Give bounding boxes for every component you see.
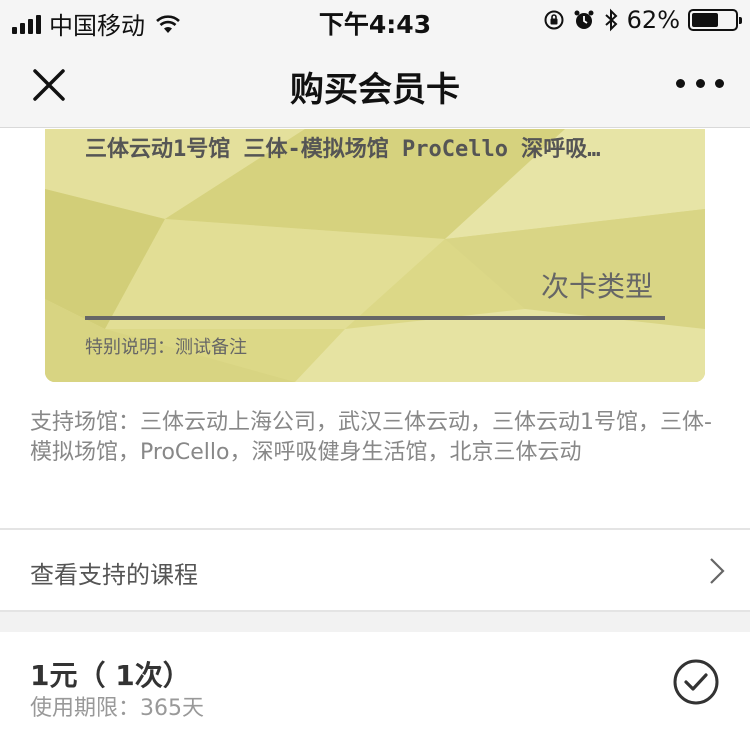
bluetooth-icon (604, 8, 618, 32)
validity-info: 使用期限： 365天 (30, 690, 204, 722)
card-note-label: 特别说明： (85, 337, 175, 358)
page-title: 购买会员卡 (290, 70, 460, 110)
price-option-row[interactable]: 1元（ 1次） 使用期限： 365天 (0, 632, 750, 736)
card-divider (85, 316, 665, 320)
card-venues-text: 三体云动1号馆 三体-模拟场馆 ProCello 深呼吸… (85, 137, 601, 162)
price-option-title: 1元（ 1次） (30, 659, 191, 692)
battery-icon (688, 9, 742, 31)
validity-label: 使用期限： (30, 696, 141, 721)
rotation-lock-icon (544, 10, 564, 30)
card-note: 特别说明： 测试备注 (85, 333, 247, 359)
status-bar: 中国移动 下午4:43 62% (0, 0, 750, 40)
alarm-icon (574, 10, 594, 29)
supported-venues-text: 支持场馆：三体云动上海公司，武汉三体云动，三体云动1号馆，三体-模拟场馆，Pro… (30, 410, 712, 465)
battery-percent: 62% (626, 6, 680, 34)
chevron-right-icon (710, 558, 725, 584)
validity-value: 365天 (140, 696, 205, 721)
card-type-label: 次卡类型 (540, 270, 653, 303)
card-note-value: 测试备注 (175, 337, 247, 358)
checkmark-circle-icon[interactable] (672, 658, 720, 706)
more-icon[interactable] (676, 68, 724, 98)
view-courses-label: 查看支持的课程 (30, 561, 198, 589)
nav-bar: 购买会员卡 (0, 40, 750, 128)
membership-card: 三体云动1号馆 三体-模拟场馆 ProCello 深呼吸… 次卡类型 特别说明：… (45, 129, 705, 382)
view-courses-row[interactable]: 查看支持的课程 (0, 530, 750, 610)
section-gap (0, 610, 750, 632)
